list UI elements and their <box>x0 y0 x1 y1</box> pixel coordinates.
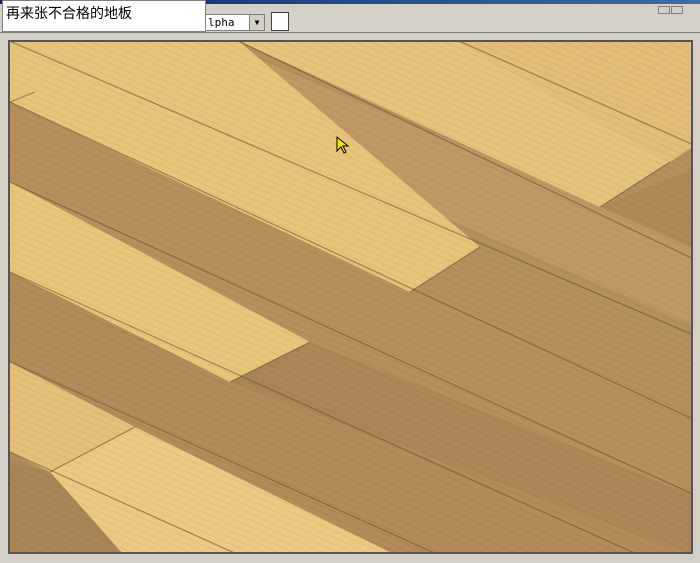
image-canvas[interactable] <box>8 40 693 554</box>
caption-label: 再来张不合格的地板 <box>2 0 206 32</box>
wood-grain-texture <box>10 42 691 552</box>
floor-image <box>10 42 691 552</box>
minimize-icon[interactable] <box>658 6 670 14</box>
chevron-down-icon[interactable]: ▼ <box>249 15 264 30</box>
channel-dropdown[interactable]: lpha ▼ <box>205 14 265 31</box>
close-icon[interactable] <box>671 6 683 14</box>
channel-dropdown-value: lpha <box>208 16 235 29</box>
color-swatch[interactable] <box>271 12 289 31</box>
window-controls <box>658 0 700 14</box>
